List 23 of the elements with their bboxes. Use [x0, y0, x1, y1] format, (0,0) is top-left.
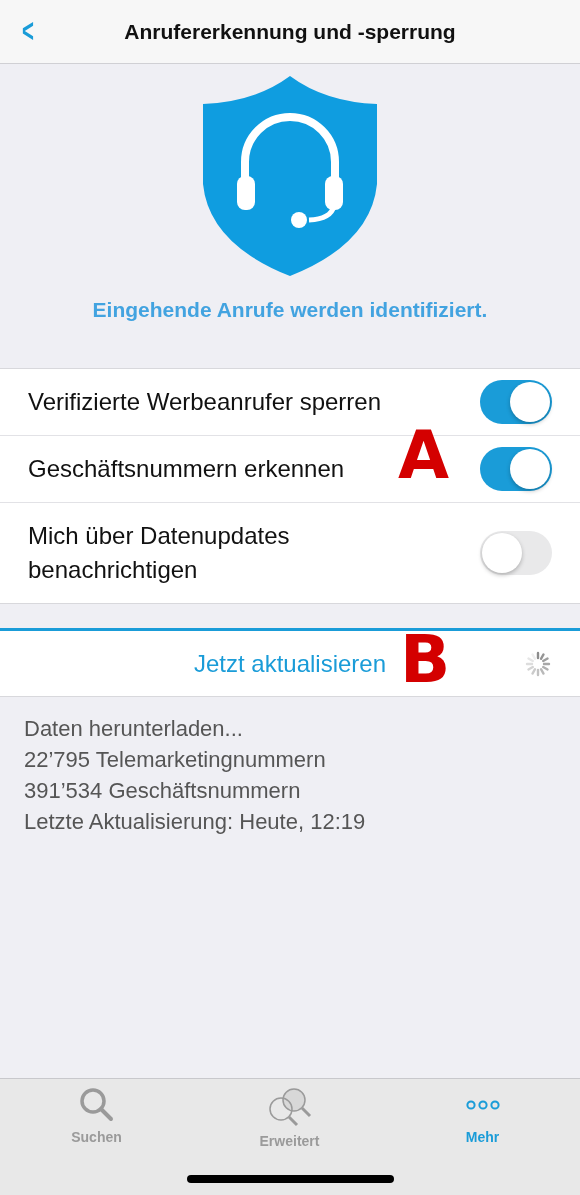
annotation-letter: A	[398, 423, 450, 489]
info-text: 391’534 Geschäftsnummern	[24, 777, 302, 805]
annotation-letter: B	[400, 627, 451, 693]
double-magnifier-icon	[266, 1087, 313, 1127]
more-icon	[465, 1100, 500, 1110]
tab-item[interactable]: Suchen	[0, 1079, 193, 1195]
setting-label: Mich über Datenupdates benachrichtigen	[28, 521, 291, 585]
tab-item[interactable]: Erweitert	[193, 1079, 386, 1195]
shield-headset-icon	[201, 74, 379, 278]
setting-label: Geschäftsnummern erkennen	[28, 454, 345, 485]
search-icon	[78, 1087, 115, 1123]
info-text: Daten herunterladen...	[24, 715, 244, 743]
toggle-switch[interactable]	[480, 531, 552, 575]
back-button[interactable]: <	[18, 12, 38, 48]
status-message: Eingehende Anrufe werden identifiziert.	[92, 297, 488, 323]
toggle-switch[interactable]	[480, 380, 552, 424]
setting-label: Verifizierte Werbeanrufer sperren	[28, 387, 382, 418]
update-button[interactable]: Jetzt aktualisieren	[187, 644, 393, 683]
info-text: 22’795 Telemarketingnummern	[24, 746, 327, 774]
tab-item[interactable]: Mehr	[386, 1079, 579, 1195]
screen-title: Anrufererkennung und -sperrung	[124, 18, 456, 45]
info-text: Letzte Aktualisierung: Heute, 12:19	[24, 808, 367, 836]
toggle-switch[interactable]	[480, 447, 552, 491]
